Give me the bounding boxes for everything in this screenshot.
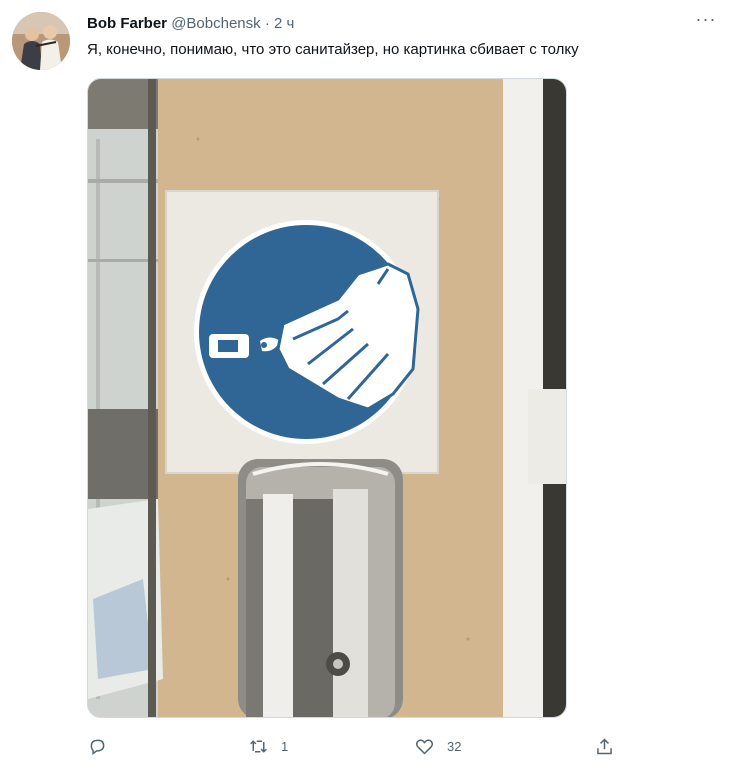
more-horizontal-icon: ··· [695, 9, 717, 29]
share-button[interactable] [594, 731, 615, 761]
author-handle[interactable]: @Bobchensk [171, 15, 260, 32]
tweet-actions: 1 32 [87, 731, 627, 761]
tweet-header: Bob Farber @Bobchensk · 2 ч [87, 14, 294, 34]
reply-icon [90, 739, 105, 755]
tweet-photo[interactable] [87, 78, 567, 718]
share-icon [597, 737, 612, 754]
retweet-button[interactable]: 1 [248, 731, 288, 761]
tweet: Bob Farber @Bobchensk · 2 ч ··· Я, конеч… [0, 0, 731, 774]
tweet-text: Я, конечно, понимаю, что это санитайзер,… [87, 41, 579, 58]
avatar[interactable] [12, 12, 70, 70]
like-count: 32 [447, 738, 462, 754]
header-separator: · [264, 15, 270, 32]
like-button[interactable]: 32 [414, 731, 461, 761]
more-options-button[interactable]: ··· [693, 10, 719, 32]
tweet-timestamp[interactable]: 2 ч [274, 15, 294, 32]
heart-icon [415, 738, 434, 755]
author-name[interactable]: Bob Farber [87, 15, 167, 32]
sanitizer-photo [88, 79, 566, 717]
reply-button[interactable] [87, 731, 120, 761]
retweet-count: 1 [281, 738, 289, 754]
retweet-icon [250, 739, 267, 753]
